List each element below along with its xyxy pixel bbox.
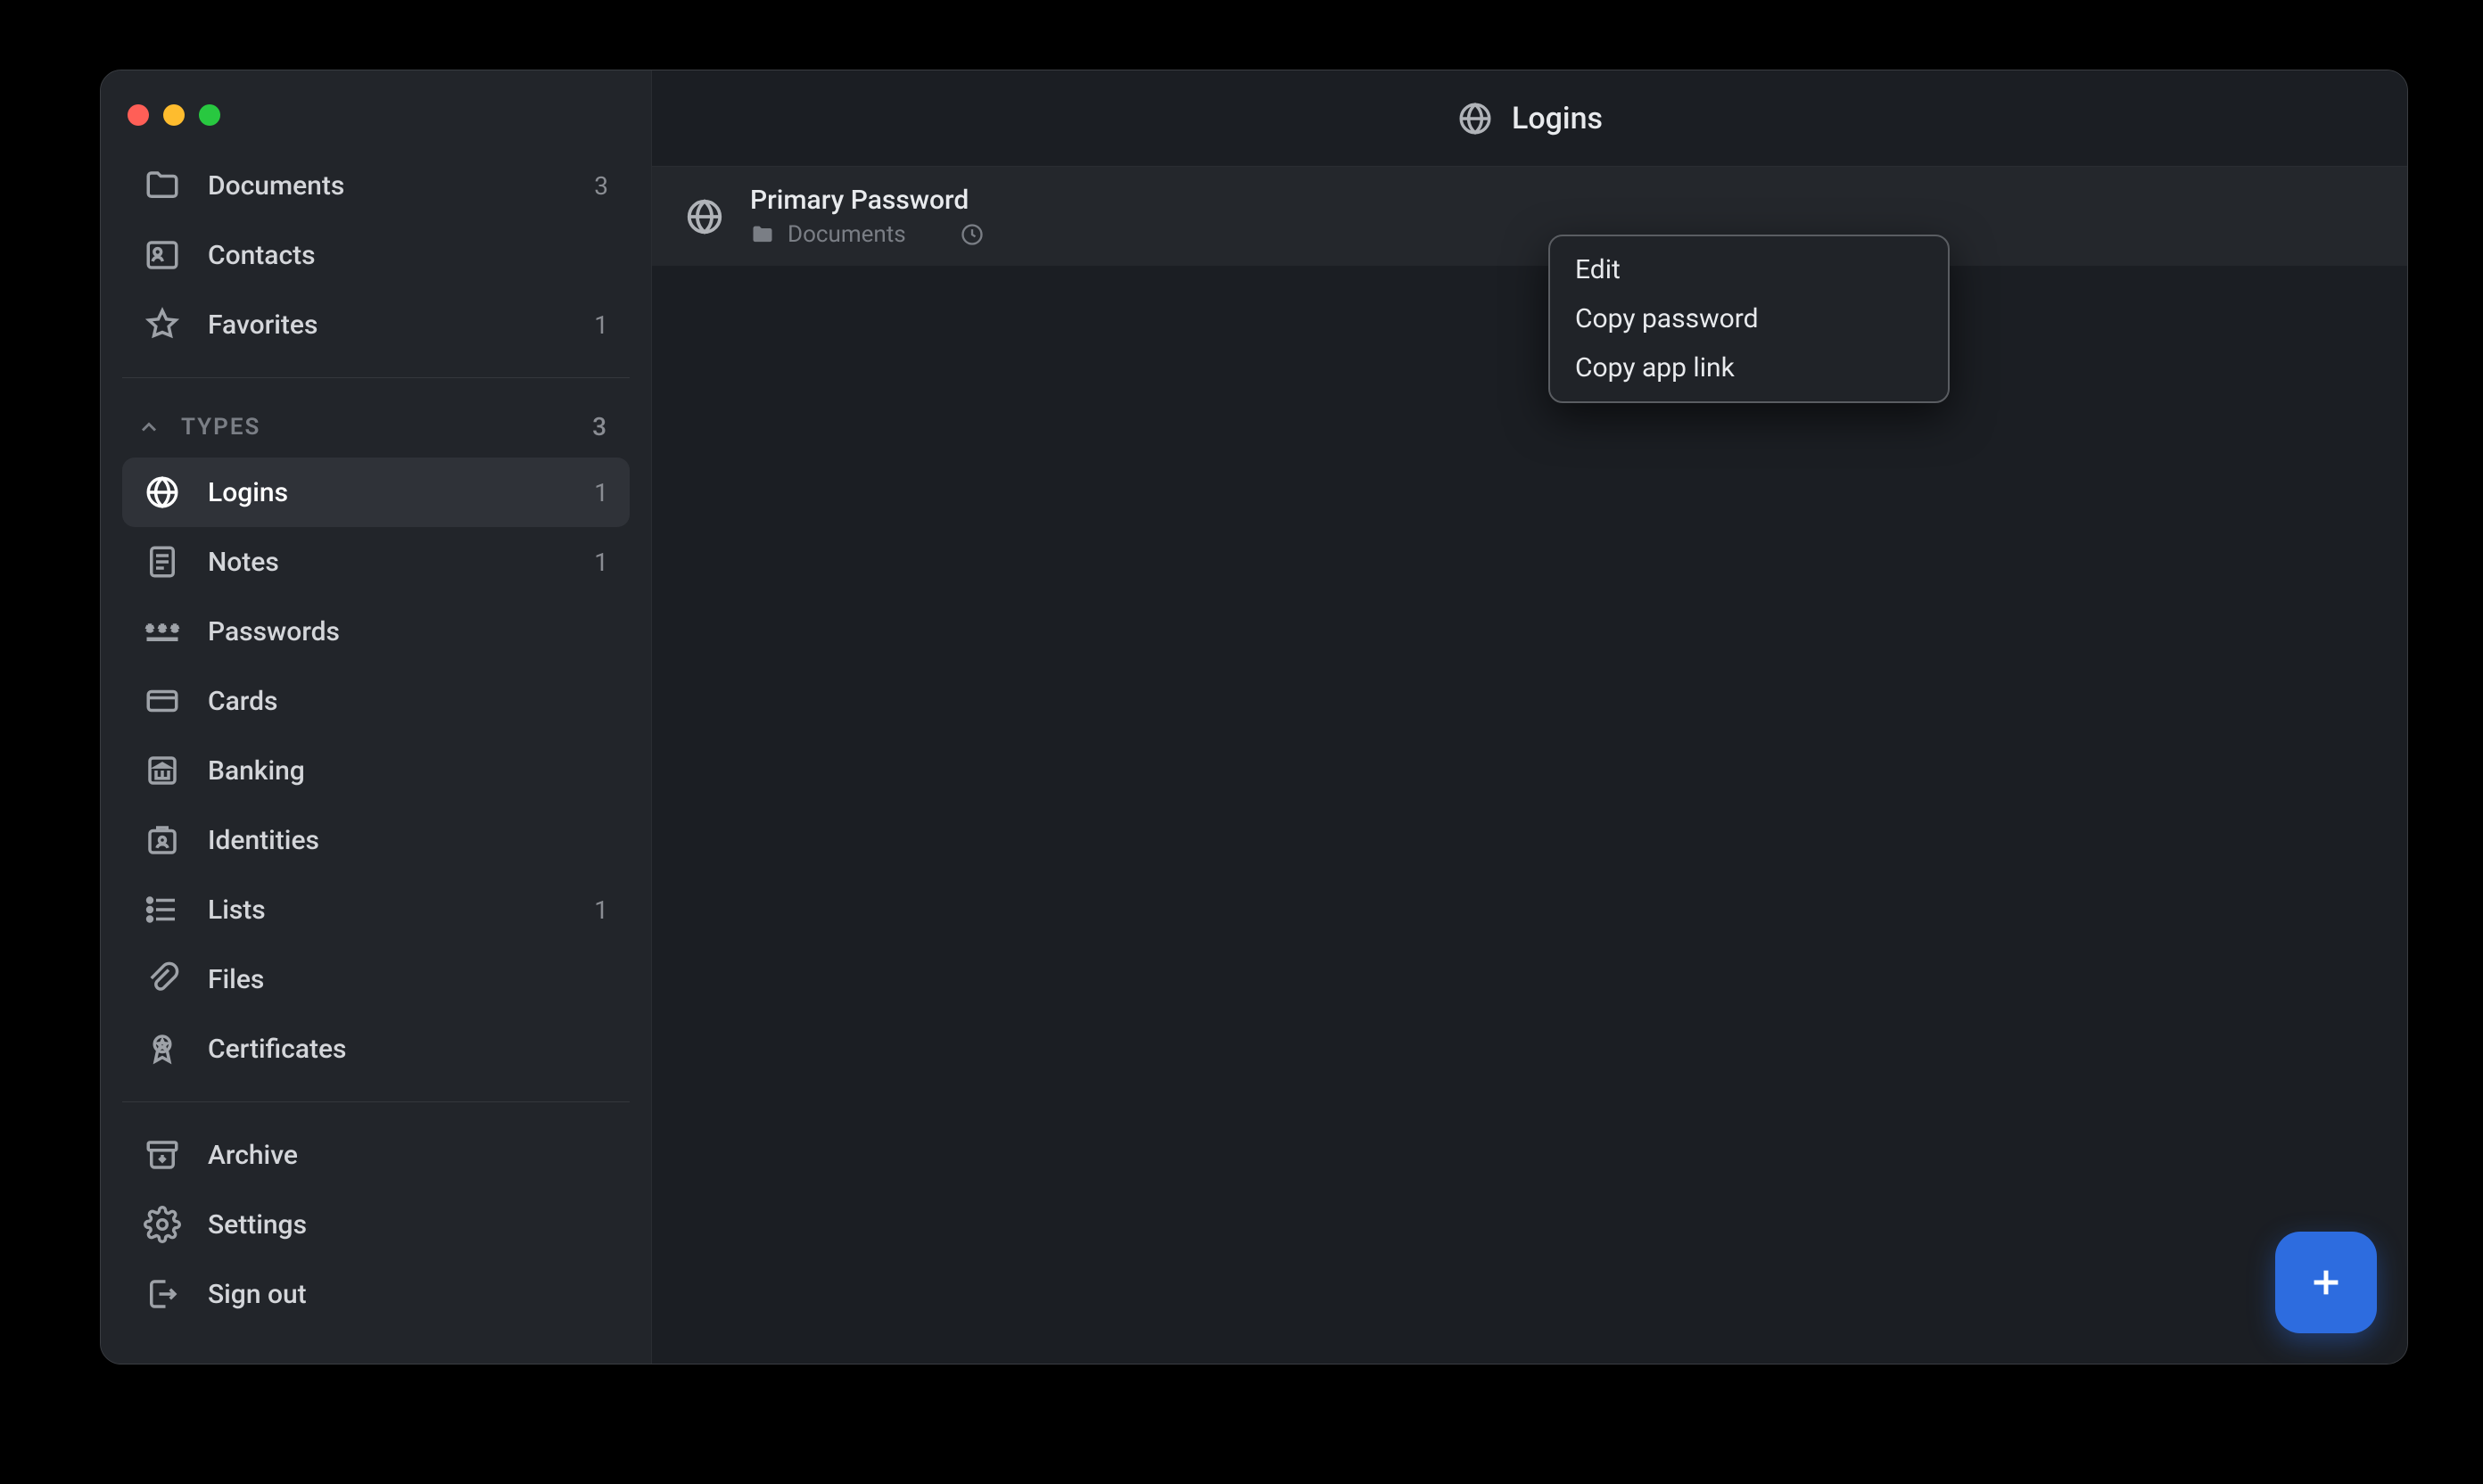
folder-icon bbox=[750, 222, 775, 247]
sidebar-item-cards[interactable]: Cards bbox=[122, 666, 630, 736]
close-window-button[interactable] bbox=[128, 104, 149, 126]
sidebar-item-count: 1 bbox=[594, 310, 608, 340]
sidebar-item-label: Lists bbox=[208, 895, 567, 926]
sidebar-item-label: Passwords bbox=[208, 616, 582, 647]
sidebar-item-label: Notes bbox=[208, 547, 567, 578]
sidebar-item-favorites[interactable]: Favorites 1 bbox=[122, 290, 630, 359]
item-folder-label: Documents bbox=[788, 221, 906, 248]
sidebar-item-documents[interactable]: Documents 3 bbox=[122, 151, 630, 220]
context-item-copy-password[interactable]: Copy password bbox=[1550, 294, 1948, 343]
folder-icon bbox=[144, 167, 181, 204]
sidebar-bottom-list: Archive Settings Sign out bbox=[101, 1120, 651, 1329]
card-icon bbox=[144, 682, 181, 720]
sidebar-item-label: Banking bbox=[208, 755, 582, 787]
sidebar-item-contacts[interactable]: Contacts bbox=[122, 220, 630, 290]
window-controls bbox=[101, 88, 651, 151]
sidebar-item-identities[interactable]: Identities bbox=[122, 805, 630, 875]
password-icon bbox=[144, 613, 181, 650]
sidebar-item-passwords[interactable]: Passwords bbox=[122, 597, 630, 666]
star-icon bbox=[144, 306, 181, 343]
sidebar-item-signout[interactable]: Sign out bbox=[122, 1259, 630, 1329]
sidebar-divider bbox=[122, 1101, 630, 1102]
sidebar-item-label: Archive bbox=[208, 1140, 608, 1171]
gear-icon bbox=[144, 1206, 181, 1243]
item-title: Primary Password bbox=[750, 185, 2375, 216]
login-item-row[interactable]: Primary Password Documents bbox=[652, 167, 2407, 267]
sidebar-item-notes[interactable]: Notes 1 bbox=[122, 527, 630, 597]
globe-icon bbox=[144, 474, 181, 511]
context-item-edit[interactable]: Edit bbox=[1550, 245, 1948, 294]
sidebar-item-count: 3 bbox=[594, 171, 608, 201]
signout-icon bbox=[144, 1275, 181, 1313]
sidebar-item-files[interactable]: Files bbox=[122, 944, 630, 1014]
types-section-header[interactable]: TYPES 3 bbox=[101, 396, 651, 458]
main-header: Logins bbox=[652, 70, 2407, 167]
sidebar-item-label: Logins bbox=[208, 477, 567, 508]
clock-icon bbox=[960, 222, 985, 247]
sidebar-item-certificates[interactable]: Certificates bbox=[122, 1014, 630, 1084]
archive-icon bbox=[144, 1136, 181, 1174]
sidebar-item-label: Sign out bbox=[208, 1279, 608, 1310]
sidebar-item-banking[interactable]: Banking bbox=[122, 736, 630, 805]
add-button[interactable] bbox=[2275, 1232, 2377, 1333]
sidebar-types-list: Logins 1 Notes 1 Passwords bbox=[101, 458, 651, 1084]
globe-icon bbox=[684, 196, 725, 237]
context-menu: Edit Copy password Copy app link bbox=[1548, 235, 1950, 403]
sidebar-item-count: 1 bbox=[594, 895, 608, 925]
sidebar-item-count: 1 bbox=[594, 548, 608, 577]
sidebar-item-label: Favorites bbox=[208, 309, 567, 341]
sidebar-item-label: Documents bbox=[208, 170, 567, 202]
section-count: 3 bbox=[592, 412, 608, 441]
sidebar-item-label: Contacts bbox=[208, 240, 582, 271]
note-icon bbox=[144, 543, 181, 581]
sidebar-item-logins[interactable]: Logins 1 bbox=[122, 458, 630, 527]
chevron-up-icon bbox=[136, 415, 161, 440]
app-window: Documents 3 Contacts Favorites 1 bbox=[100, 70, 2408, 1364]
sidebar-item-label: Files bbox=[208, 964, 582, 995]
page-title: Logins bbox=[1512, 101, 1603, 136]
item-folder: Documents bbox=[750, 221, 906, 248]
contact-icon bbox=[144, 236, 181, 274]
sidebar-item-label: Certificates bbox=[208, 1034, 582, 1065]
bank-icon bbox=[144, 752, 181, 789]
section-title: TYPES bbox=[181, 414, 573, 441]
maximize-window-button[interactable] bbox=[199, 104, 220, 126]
main-panel: Logins Primary Password Documents bbox=[652, 70, 2407, 1364]
paperclip-icon bbox=[144, 960, 181, 998]
id-icon bbox=[144, 821, 181, 859]
sidebar: Documents 3 Contacts Favorites 1 bbox=[101, 70, 652, 1364]
sidebar-divider bbox=[122, 377, 630, 378]
sidebar-item-lists[interactable]: Lists 1 bbox=[122, 875, 630, 944]
sidebar-top-list: Documents 3 Contacts Favorites 1 bbox=[101, 151, 651, 359]
plus-icon bbox=[2306, 1262, 2347, 1303]
sidebar-item-label: Settings bbox=[208, 1209, 608, 1241]
list-icon bbox=[144, 891, 181, 928]
globe-icon bbox=[1456, 100, 1494, 137]
certificate-icon bbox=[144, 1030, 181, 1068]
context-item-copy-app-link[interactable]: Copy app link bbox=[1550, 343, 1948, 392]
sidebar-item-archive[interactable]: Archive bbox=[122, 1120, 630, 1190]
minimize-window-button[interactable] bbox=[163, 104, 185, 126]
sidebar-item-label: Cards bbox=[208, 686, 582, 717]
sidebar-item-settings[interactable]: Settings bbox=[122, 1190, 630, 1259]
item-timestamp bbox=[960, 222, 985, 247]
sidebar-item-label: Identities bbox=[208, 825, 582, 856]
sidebar-item-count: 1 bbox=[594, 478, 608, 507]
